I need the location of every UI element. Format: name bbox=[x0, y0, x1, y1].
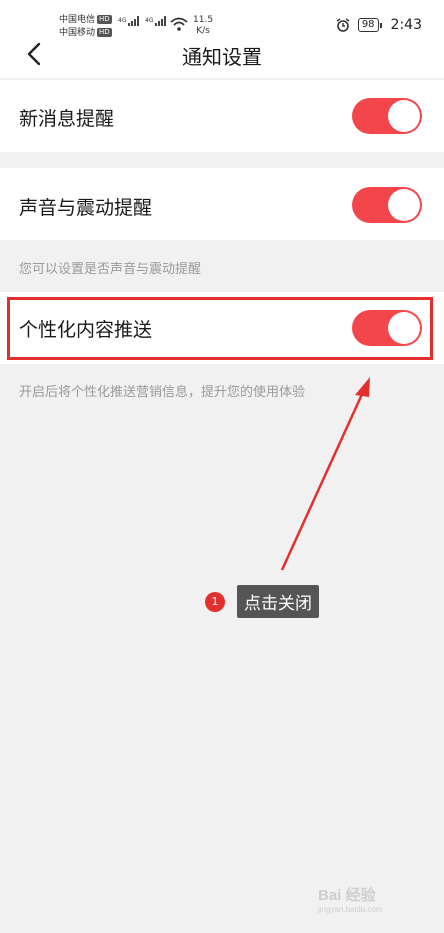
step-badge: 1 bbox=[205, 591, 225, 612]
watermark: Bai 经验 jingyan.baidu.com bbox=[318, 884, 414, 918]
watermark-main: Bai 经验 bbox=[318, 887, 376, 904]
watermark-sub: jingyan.baidu.com bbox=[318, 905, 383, 914]
annotation-arrow bbox=[280, 377, 370, 571]
callout-text: 点击关闭 bbox=[237, 585, 319, 618]
annotation-callout: 1 点击关闭 bbox=[205, 585, 319, 618]
